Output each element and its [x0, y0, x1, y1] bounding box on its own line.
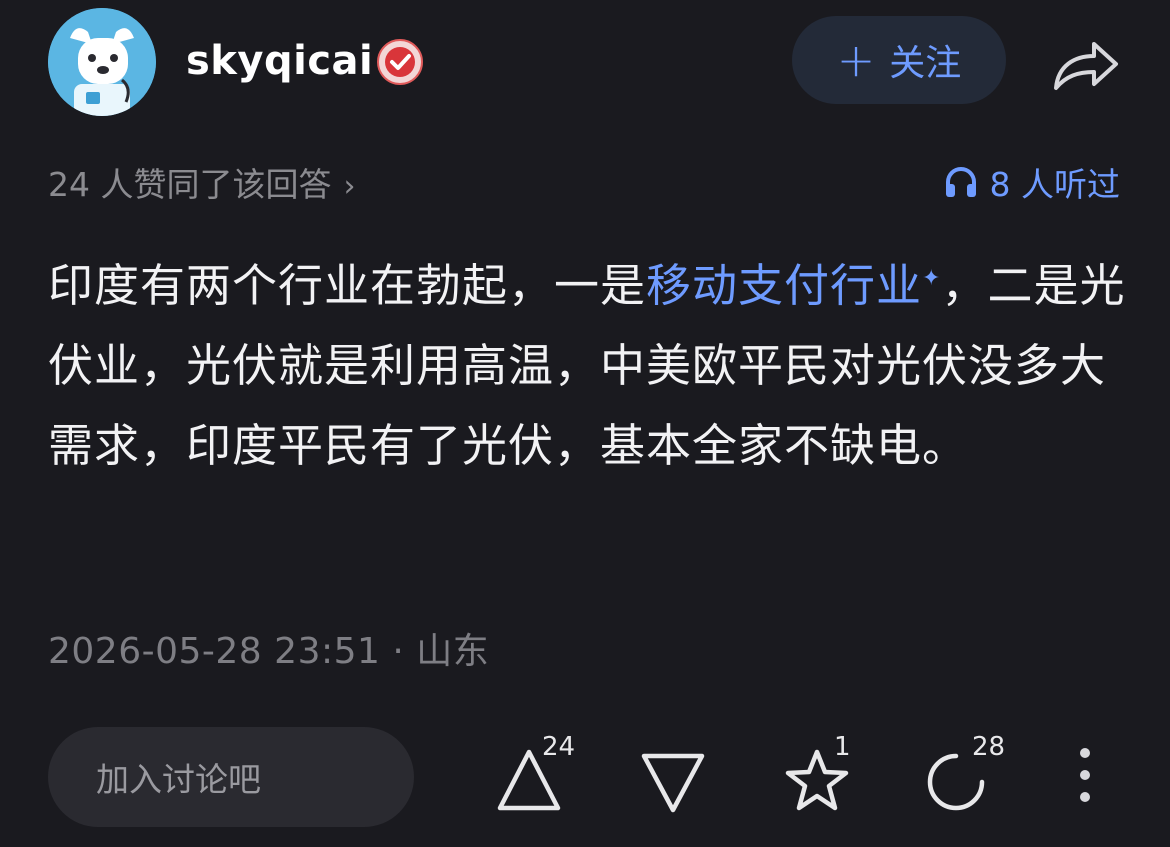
post-timestamp-location: 2026-05-28 23:51 · 山东: [48, 631, 490, 672]
more-options-button[interactable]: [1070, 748, 1100, 812]
share-icon: [1054, 42, 1118, 90]
comment-button[interactable]: 28: [926, 732, 1016, 820]
listened-count-text: 8 人听过: [989, 165, 1121, 204]
chevron-right-icon: ›: [343, 169, 356, 204]
upvote-button[interactable]: 24: [494, 732, 584, 820]
follow-button[interactable]: + 关注: [792, 16, 1006, 104]
avatar-cartoon-dog-icon: [48, 8, 156, 116]
headphones-icon: [945, 167, 976, 197]
favorite-count: 1: [834, 732, 851, 762]
answer-text-part1: 印度有两个行业在勃起，一是: [48, 259, 647, 312]
share-button[interactable]: [1050, 34, 1122, 94]
comment-count: 28: [972, 732, 1006, 762]
upvote-count: 24: [542, 732, 576, 762]
verified-badge-icon: [376, 38, 424, 86]
follow-label: 关注: [889, 43, 962, 84]
likes-summary-text: 24 人赞同了该回答: [48, 165, 332, 204]
author-username[interactable]: skyqicai: [186, 38, 373, 84]
comment-input[interactable]: 加入讨论吧: [48, 727, 414, 827]
author-avatar[interactable]: [48, 8, 156, 116]
topic-link-mobile-payment[interactable]: 移动支付行业: [646, 259, 922, 312]
listened-summary[interactable]: 8 人听过: [944, 158, 1121, 206]
downvote-button[interactable]: [638, 740, 708, 820]
sparkle-icon: ✦: [922, 266, 942, 291]
comment-placeholder: 加入讨论吧: [96, 760, 261, 799]
answer-header: skyqicai + 关注: [48, 8, 1128, 116]
likes-summary-link[interactable]: 24 人赞同了该回答 ›: [48, 158, 355, 206]
answer-meta-row: 24 人赞同了该回答 › 8 人听过: [48, 158, 1120, 206]
plus-icon: +: [836, 33, 876, 87]
answer-body: 印度有两个行业在勃起，一是移动支付行业✦，二是光伏业，光伏就是利用高温，中美欧平…: [48, 246, 1138, 486]
favorite-button[interactable]: 1: [782, 732, 862, 820]
downvote-triangle-icon: [641, 753, 705, 813]
more-vertical-icon: [1070, 748, 1100, 802]
